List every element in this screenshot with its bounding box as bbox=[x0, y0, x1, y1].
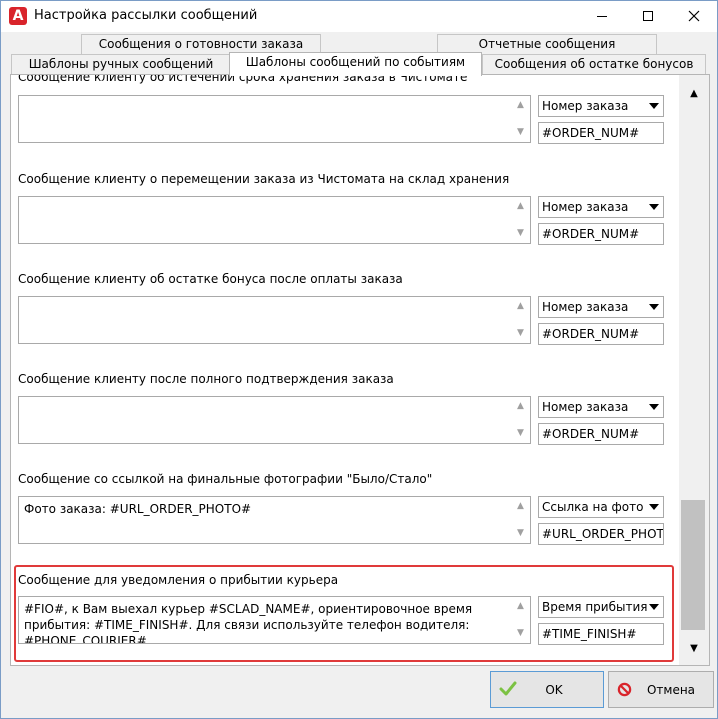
select-value: Номер заказа bbox=[542, 99, 629, 113]
tab-bonus-messages[interactable]: Сообщения об остатке бонусов bbox=[482, 54, 706, 74]
maximize-icon bbox=[643, 11, 653, 21]
scroll-down-icon[interactable]: ▼ bbox=[512, 124, 529, 141]
template-section: Сообщение клиенту о перемещении заказа и… bbox=[11, 171, 679, 271]
vertical-scrollbar[interactable]: ▲ ▼ bbox=[679, 75, 709, 665]
scroll-down-icon[interactable]: ▼ bbox=[512, 325, 529, 342]
maximize-button[interactable] bbox=[625, 1, 671, 31]
scroll-content: Сообщение клиенту об истечении срока хра… bbox=[11, 75, 679, 665]
window-title: Настройка рассылки сообщений bbox=[34, 8, 258, 23]
close-icon bbox=[688, 10, 700, 22]
scrollbar-thumb[interactable] bbox=[681, 500, 705, 630]
section-label: Сообщение со ссылкой на финальные фотогр… bbox=[18, 472, 433, 486]
ok-button[interactable]: OK bbox=[490, 671, 604, 708]
minimize-icon bbox=[597, 15, 607, 17]
close-button[interactable] bbox=[671, 1, 717, 31]
template-text: #FIO#, к Вам выехал курьер #SCLAD_NAME#,… bbox=[24, 602, 476, 644]
tab-manual-templates[interactable]: Шаблоны ручных сообщений bbox=[11, 54, 231, 74]
template-textarea[interactable]: ▲ ▼ bbox=[18, 296, 531, 344]
chevron-down-icon bbox=[649, 103, 659, 109]
scroll-up-icon[interactable]: ▲ bbox=[512, 97, 529, 114]
tab-ready-messages[interactable]: Сообщения о готовности заказа bbox=[81, 34, 321, 54]
variable-token-field[interactable]: #TIME_FINISH# bbox=[538, 623, 664, 645]
section-label: Сообщение клиенту об истечении срока хра… bbox=[18, 75, 468, 84]
scroll-up-icon[interactable]: ▲ bbox=[679, 83, 709, 105]
textarea-scrollbar[interactable]: ▲ ▼ bbox=[512, 498, 529, 542]
title-bar[interactable]: A Настройка рассылки сообщений bbox=[1, 1, 717, 32]
variable-select[interactable]: Ссылка на фото bbox=[538, 496, 664, 518]
chevron-down-icon bbox=[649, 604, 659, 610]
scroll-up-icon[interactable]: ▲ bbox=[512, 298, 529, 315]
template-textarea[interactable]: ▲ ▼ bbox=[18, 196, 531, 244]
template-textarea[interactable]: ▲ ▼ bbox=[18, 95, 531, 143]
variable-select[interactable]: Номер заказа bbox=[538, 396, 664, 418]
chevron-down-icon bbox=[649, 304, 659, 310]
variable-select[interactable]: Номер заказа bbox=[538, 95, 664, 117]
template-section-courier: Сообщение для уведомления о прибытии кур… bbox=[11, 571, 679, 665]
select-value: Номер заказа bbox=[542, 400, 629, 414]
cancel-button[interactable]: Отмена bbox=[608, 671, 714, 708]
tab-strip: Сообщения о готовности заказа Отчетные с… bbox=[11, 33, 711, 76]
textarea-scrollbar[interactable]: ▲ ▼ bbox=[512, 298, 529, 342]
variable-token-field[interactable]: #ORDER_NUM# bbox=[538, 323, 664, 345]
scroll-down-icon[interactable]: ▼ bbox=[512, 525, 529, 542]
template-textarea[interactable]: ▲ ▼ bbox=[18, 396, 531, 444]
template-text: Фото заказа: #URL_ORDER_PHOTO# bbox=[24, 502, 252, 516]
section-label: Сообщение клиенту после полного подтверж… bbox=[18, 372, 394, 386]
template-textarea[interactable]: Фото заказа: #URL_ORDER_PHOTO# ▲ ▼ bbox=[18, 496, 531, 544]
select-value: Номер заказа bbox=[542, 300, 629, 314]
scroll-down-icon[interactable]: ▼ bbox=[512, 625, 529, 642]
variable-token-field[interactable]: #ORDER_NUM# bbox=[538, 223, 664, 245]
textarea-scrollbar[interactable]: ▲ ▼ bbox=[512, 97, 529, 141]
template-section: Сообщение со ссылкой на финальные фотогр… bbox=[11, 471, 679, 571]
section-label: Сообщение клиенту о перемещении заказа и… bbox=[18, 172, 510, 186]
template-textarea[interactable]: #FIO#, к Вам выехал курьер #SCLAD_NAME#,… bbox=[18, 596, 531, 644]
app-logo-icon: A bbox=[9, 7, 27, 25]
section-label: Сообщение клиенту об остатке бонуса посл… bbox=[18, 272, 403, 286]
scroll-up-icon[interactable]: ▲ bbox=[512, 198, 529, 215]
select-value: Ссылка на фото bbox=[542, 500, 644, 514]
variable-select[interactable]: Номер заказа bbox=[538, 196, 664, 218]
variable-select[interactable]: Время прибытия bbox=[538, 596, 664, 618]
section-label: Сообщение для уведомления о прибытии кур… bbox=[18, 573, 339, 587]
chevron-down-icon bbox=[649, 504, 659, 510]
scroll-down-icon[interactable]: ▼ bbox=[512, 225, 529, 242]
chevron-down-icon bbox=[649, 204, 659, 210]
tab-report-messages[interactable]: Отчетные сообщения bbox=[437, 34, 657, 54]
scroll-down-icon[interactable]: ▼ bbox=[679, 638, 709, 660]
cancel-button-label: Отмена bbox=[646, 682, 696, 697]
textarea-scrollbar[interactable]: ▲ ▼ bbox=[512, 198, 529, 242]
scroll-down-icon[interactable]: ▼ bbox=[512, 425, 529, 442]
template-section: Сообщение клиенту после полного подтверж… bbox=[11, 371, 679, 471]
settings-dialog: A Настройка рассылки сообщений Сообщения… bbox=[0, 0, 718, 719]
scroll-up-icon[interactable]: ▲ bbox=[512, 398, 529, 415]
ok-button-label: OK bbox=[545, 682, 563, 697]
variable-select[interactable]: Номер заказа bbox=[538, 296, 664, 318]
scroll-up-icon[interactable]: ▲ bbox=[512, 598, 529, 615]
tab-panel: Сообщение клиенту об истечении срока хра… bbox=[10, 74, 710, 666]
variable-token-field[interactable]: #ORDER_NUM# bbox=[538, 423, 664, 445]
textarea-scrollbar[interactable]: ▲ ▼ bbox=[512, 398, 529, 442]
select-value: Номер заказа bbox=[542, 200, 629, 214]
template-section: Сообщение клиенту об истечении срока хра… bbox=[11, 75, 679, 170]
tab-event-templates[interactable]: Шаблоны сообщений по событиям bbox=[229, 52, 482, 76]
scroll-up-icon[interactable]: ▲ bbox=[512, 498, 529, 515]
variable-token-field[interactable]: #ORDER_NUM# bbox=[538, 122, 664, 144]
select-value: Время прибытия bbox=[542, 600, 648, 614]
template-section: Сообщение клиенту об остатке бонуса посл… bbox=[11, 271, 679, 371]
textarea-scrollbar[interactable]: ▲ ▼ bbox=[512, 598, 529, 642]
variable-token-field[interactable]: #URL_ORDER_PHOTO# bbox=[538, 523, 664, 545]
minimize-button[interactable] bbox=[579, 1, 625, 31]
chevron-down-icon bbox=[649, 404, 659, 410]
